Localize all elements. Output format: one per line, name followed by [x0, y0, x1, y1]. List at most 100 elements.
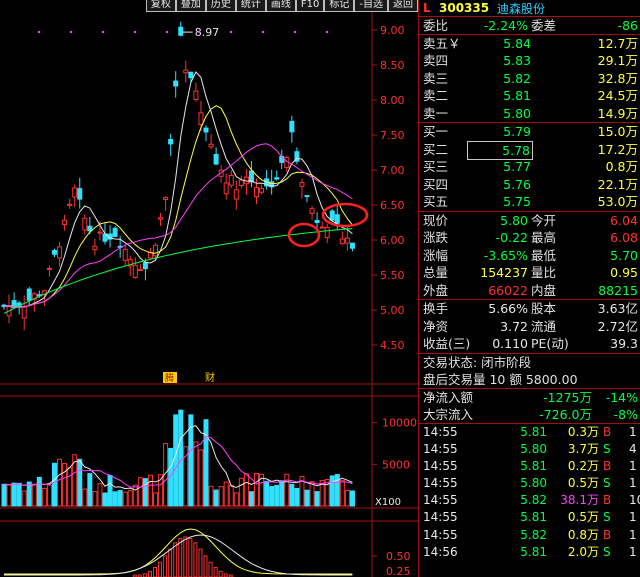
tick-list[interactable]: 14:55 5.81 0.3万 B 1 14:55 5.80 3.7万 S 4 14:55 5.81 0… — [419, 424, 640, 562]
volume-bar — [289, 483, 295, 507]
kline-chart[interactable]: 9.00 8.50 8.00 7.50 7.00 6.50 6.00 5.50 5.00 4.50… — [0, 12, 418, 577]
stat-value: 154237 — [480, 265, 528, 280]
tick-side: S — [603, 510, 611, 525]
ask-label: 卖五￥ — [423, 35, 461, 51]
ask-row-5[interactable]: 卖一 5.80 14.9万 — [419, 105, 640, 123]
stock-code[interactable]: 300335 — [439, 1, 497, 15]
volume-bar — [142, 478, 148, 507]
candle-body — [259, 188, 265, 193]
indicator-bar — [208, 561, 213, 577]
volume-bar — [122, 491, 128, 507]
toolbar-button-5[interactable]: F10 — [295, 0, 325, 12]
bid-row-2[interactable]: 买二 5.78 17.2万 — [419, 140, 640, 160]
tick-row-2: 14:55 5.80 3.7万 S 4 — [419, 441, 640, 458]
candle-body — [26, 288, 32, 301]
bid-row-3[interactable]: 买三 5.77 0.8万 — [419, 158, 640, 176]
volume-bar — [284, 473, 290, 507]
volume-bar — [198, 449, 204, 507]
volume-bar — [344, 490, 350, 507]
kline-chart-area[interactable]: 9.00 8.50 8.00 7.50 7.00 6.50 6.00 5.50 5.00 4.50… — [0, 12, 418, 577]
price-axis-label: 9.00 — [380, 24, 405, 37]
toolbar-button-4[interactable]: 画线 — [265, 0, 296, 12]
bid-row-4[interactable]: 买四 5.76 22.1万 — [419, 176, 640, 194]
volume-bar — [294, 487, 300, 507]
toolbar-button-6[interactable]: 标记 — [324, 0, 355, 12]
toolbar-button-0[interactable]: 复权 — [145, 0, 176, 12]
tick-time: 14:55 — [423, 510, 458, 525]
tick-count: 1 — [629, 458, 637, 473]
tick-time: 14:55 — [423, 458, 458, 473]
tick-volume: 3.7万 — [567, 441, 599, 456]
bid-label: 买四 — [423, 176, 449, 192]
fund-value: 0.110 — [492, 336, 528, 351]
stat-label: 涨幅 — [423, 247, 449, 263]
bid-label: 买二 — [423, 141, 449, 157]
stat-label-2: 量比 — [531, 265, 557, 280]
tick-price: 5.80 — [520, 441, 547, 456]
toolbar-button-3[interactable]: 统计 — [235, 0, 266, 12]
candle-body — [142, 262, 148, 270]
bid-row-5[interactable]: 买五 5.75 53.0万 — [419, 193, 640, 211]
volume-bar — [107, 474, 113, 507]
candle-body — [238, 179, 244, 186]
tick-price: 5.81 — [520, 544, 547, 559]
volume-bar — [279, 480, 285, 507]
tick-row-5: 14:55 5.82 38.1万 B 10 — [419, 492, 640, 509]
block-inflow-row: 大宗流入 -726.0万 -8% — [419, 406, 640, 424]
candle-body — [57, 246, 63, 259]
tick-row-8: 14:56 5.81 2.0万 S 1 — [419, 544, 640, 561]
toolbar-button-8[interactable]: 返回 — [388, 0, 418, 12]
stock-name[interactable]: 迪森股份 — [497, 0, 545, 17]
candle-body — [349, 242, 355, 249]
bid-price: 5.76 — [503, 176, 531, 192]
tick-time: 14:55 — [423, 527, 458, 542]
ask-price: 5.84 — [503, 35, 531, 51]
toolbar-button-2[interactable]: 历史 — [205, 0, 236, 12]
ask-price: 5.83 — [503, 53, 531, 68]
bid-volume: 17.2万 — [597, 141, 638, 157]
candle-body — [248, 170, 254, 183]
volume-bar — [314, 491, 320, 507]
candle-body — [137, 268, 143, 271]
tick-count: 1 — [629, 527, 637, 542]
volume-bar — [223, 481, 229, 507]
volume-bar — [254, 472, 259, 507]
toolbar-button-1[interactable]: 叠加 — [175, 0, 206, 12]
fund-label: 收益(三) — [423, 336, 471, 351]
stat-value-2: 6.08 — [610, 230, 638, 245]
tick-volume: 0.2万 — [567, 458, 599, 473]
ask-row-1[interactable]: 卖五￥ 5.84 12.7万 — [419, 35, 640, 53]
candle-body — [344, 237, 350, 244]
candle-body — [67, 203, 73, 206]
indicator-line-1 — [4, 528, 353, 575]
signal-dot — [198, 31, 200, 33]
candle-body — [82, 217, 88, 231]
tick-count: 1 — [629, 510, 637, 525]
tick-volume: 0.8万 — [567, 527, 599, 542]
ask-levels: 卖五￥ 5.84 12.7万 卖四 5.83 29.1万 卖三 5.82 32.8万 卖二 5.81… — [419, 35, 640, 123]
price-axis-label: 4.50 — [380, 339, 405, 352]
ratio-value: -2.24% — [483, 18, 528, 33]
ask-label: 卖四 — [423, 53, 449, 68]
toolbar-button-7[interactable]: -自选 — [354, 0, 388, 12]
ask-row-2[interactable]: 卖四 5.83 29.1万 — [419, 52, 640, 70]
signal-dot — [102, 31, 104, 33]
ma60-line — [3, 228, 353, 314]
fund-label-2: PE(动) — [531, 336, 569, 351]
candle-body — [299, 182, 305, 187]
candle-body — [274, 177, 280, 180]
bid-row-1[interactable]: 买一 5.79 15.0万 — [419, 123, 640, 141]
diff-value: -86 — [617, 18, 638, 33]
ask-row-4[interactable]: 卖二 5.81 24.5万 — [419, 87, 640, 105]
ask-row-3[interactable]: 卖三 5.82 32.8万 — [419, 70, 640, 88]
volume-bar — [1, 483, 7, 507]
volume-bar — [46, 484, 52, 507]
fund-row-1: 换手 5.66% 股本 3.63亿 — [419, 300, 640, 318]
fund-value-2: 39.3 — [610, 336, 638, 351]
fund-value-2: 2.72亿 — [597, 318, 638, 334]
fund-label-2: 流通 — [531, 318, 557, 334]
candle-body — [198, 112, 204, 126]
ask-volume: 12.7万 — [597, 35, 638, 51]
ask-label: 卖三 — [423, 70, 449, 86]
candle-body — [168, 139, 174, 145]
